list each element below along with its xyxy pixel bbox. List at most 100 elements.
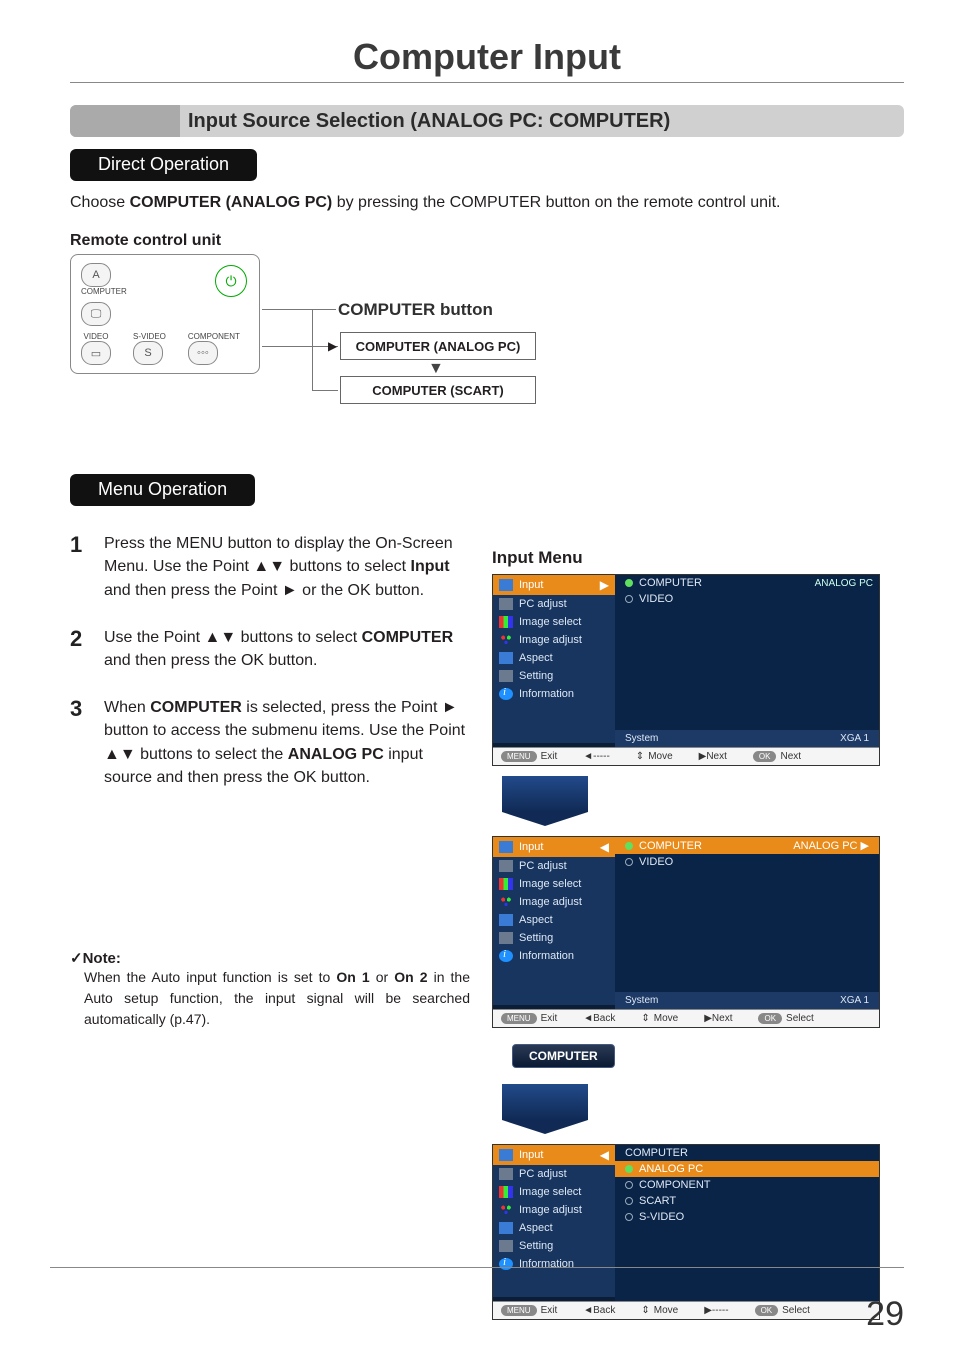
aspect-icon [499, 1222, 513, 1234]
rule-bottom [50, 1267, 904, 1268]
setting-icon [499, 670, 513, 682]
sidebar-item-aspect: Aspect [493, 1219, 615, 1237]
main-item-computer-hl: COMPUTER ANALOG PC ▶ [615, 837, 879, 854]
system-row: SystemXGA 1 [615, 730, 879, 747]
osd-bottom-bar: MENUExit ◄Back ⇕ Move ▶----- OKSelect [493, 1301, 879, 1319]
image-adjust-icon [499, 634, 513, 646]
component-label: COMPONENT [188, 332, 240, 341]
sidebar-item-aspect: Aspect [493, 911, 615, 929]
bb-next: ▶Next [699, 751, 727, 762]
step-3: 3 When COMPUTER is selected, press the P… [70, 696, 470, 789]
step-text: Press the MENU button to display the On-… [104, 532, 470, 602]
svideo-label: S-VIDEO [133, 332, 166, 341]
main-item-svideo: S-VIDEO [615, 1209, 879, 1225]
step-2: 2 Use the Point ▲▼ buttons to select COM… [70, 626, 470, 672]
leader-line [262, 309, 336, 310]
chapter-title: Computer Input [70, 36, 904, 78]
image-adjust-icon [499, 896, 513, 908]
power-icon: ⏻ [215, 265, 247, 297]
chevron-left-icon: ◀ [600, 1148, 609, 1162]
radio-off-icon [625, 1213, 633, 1221]
analog-pc-tag: ANALOG PC ▶ [793, 839, 869, 852]
blue-arrow-down-icon [502, 776, 588, 812]
component-button-icon: ◦◦◦ [188, 341, 218, 365]
pc-adjust-icon [499, 1168, 513, 1180]
setting-icon [499, 932, 513, 944]
video-button-icon: ▭ [81, 341, 111, 365]
step-text: Use the Point ▲▼ buttons to select COMPU… [104, 626, 470, 672]
sidebar-item-image-select: Image select [493, 875, 615, 893]
setting-icon [499, 1240, 513, 1252]
sidebar-item-setting: Setting [493, 929, 615, 947]
rule-top [70, 82, 904, 83]
bb-next: ▶----- [704, 1305, 728, 1316]
sidebar-item-setting: Setting [493, 667, 615, 685]
osd-bottom-bar: MENUExit ◄----- ⇕ Move ▶Next OKNext [493, 747, 879, 765]
input-icon [499, 579, 513, 591]
bb-move: ⇕ Move [641, 1013, 678, 1024]
radio-off-icon [625, 858, 633, 866]
main-item-video: VIDEO [615, 591, 879, 607]
sidebar-item-aspect: Aspect [493, 649, 615, 667]
bb-exit: MENUExit [501, 751, 557, 762]
sidebar-item-image-select: Image select [493, 613, 615, 631]
bb-next: ▶Next [704, 1013, 732, 1024]
main-item-scart: SCART [615, 1193, 879, 1209]
image-select-icon [499, 878, 513, 890]
info-icon [499, 1258, 513, 1270]
main-item-component: COMPONENT [615, 1177, 879, 1193]
computer-button-title: COMPUTER button [338, 300, 493, 320]
direct-operation-pill: Direct Operation [70, 149, 257, 181]
radio-off-icon [625, 1197, 633, 1205]
bb-back: ◄Back [583, 1013, 615, 1024]
section-header-text: Input Source Selection (ANALOG PC: COMPU… [188, 110, 670, 133]
bb-back: ◄Back [583, 1305, 615, 1316]
ok-pill-icon: OK [758, 1013, 782, 1024]
leader-arrow-2 [312, 390, 338, 391]
computer-tag: COMPUTER [512, 1044, 615, 1068]
bb-move: ⇕ Move [641, 1305, 678, 1316]
radio-off-icon [625, 595, 633, 603]
sidebar-item-setting: Setting [493, 1237, 615, 1255]
sidebar-item-image-adjust: Image adjust [493, 631, 615, 649]
computer-button-label: COMPUTER [81, 287, 127, 296]
info-icon [499, 950, 513, 962]
osd-screenshot-3: Input◀ PC adjust Image select Image adju… [492, 1144, 880, 1320]
sidebar-item-image-adjust: Image adjust [493, 1201, 615, 1219]
main-item-analog-pc-hl: ANALOG PC [615, 1161, 879, 1177]
bb-back: ◄----- [583, 751, 610, 762]
osd-main: ANALOG PC COMPUTER VIDEO SystemXGA 1 [615, 575, 879, 747]
remote-control-diagram: A COMPUTER ⏻ 🖵 VIDEO▭ S-VIDEOS COMPONENT… [70, 254, 904, 424]
bb-select: OKSelect [758, 1013, 813, 1024]
step-text: When COMPUTER is selected, press the Poi… [104, 696, 470, 789]
page-number: 29 [866, 1295, 904, 1334]
video-label: VIDEO [81, 332, 111, 341]
computer-button-icon: A [81, 263, 111, 287]
osd-sidebar: Input◀ PC adjust Image select Image adju… [493, 837, 616, 1005]
image-select-icon [499, 1186, 513, 1198]
osd-sidebar: Input▶ PC adjust Image select Image adju… [493, 575, 616, 743]
radio-on-icon [625, 1165, 633, 1173]
pc-icon: 🖵 [81, 302, 111, 326]
note-title: ✓Note: [84, 949, 470, 967]
bb-move: ⇕ Move [636, 751, 673, 762]
input-icon [499, 1149, 513, 1161]
step-number: 2 [70, 626, 92, 672]
sidebar-item-input: Input◀ [493, 837, 615, 857]
chevron-left-icon: ◀ [600, 840, 609, 854]
bb-exit: MENUExit [501, 1013, 557, 1024]
sidebar-item-information: Information [493, 947, 615, 965]
chevron-right-icon: ▶ [600, 578, 609, 592]
note-text: When the Auto input function is set to O… [84, 967, 470, 1030]
ok-pill-icon: OK [755, 1305, 779, 1316]
note-block: ✓Note: When the Auto input function is s… [70, 949, 470, 1030]
menu-pill-icon: MENU [501, 1305, 537, 1316]
radio-on-icon [625, 579, 633, 587]
osd-screenshot-1: Input▶ PC adjust Image select Image adju… [492, 574, 880, 766]
flow-box-scart: COMPUTER (SCART) [340, 376, 536, 404]
input-icon [499, 841, 513, 853]
step-number: 1 [70, 532, 92, 602]
flow-box-analog-pc: COMPUTER (ANALOG PC) [340, 332, 536, 360]
image-adjust-icon [499, 1204, 513, 1216]
arrow-right-icon: ▶ [328, 339, 337, 353]
